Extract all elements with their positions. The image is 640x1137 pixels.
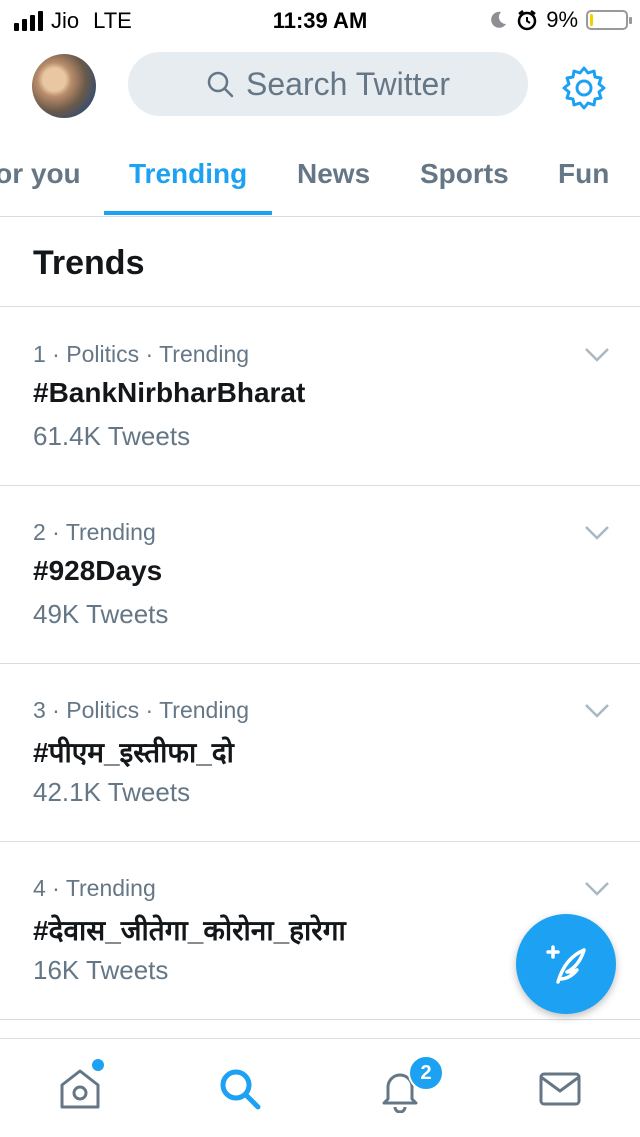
chevron-down-icon[interactable] xyxy=(584,703,610,719)
status-bar: Jio LTE 11:39 AM 9% xyxy=(0,0,640,40)
explore-tabs: For you Trending News Sports Fun xyxy=(0,130,640,217)
chevron-down-icon[interactable] xyxy=(584,881,610,897)
trend-name: #पीएम_इस्तीफा_दो xyxy=(33,737,234,768)
tab-sports[interactable]: Sports xyxy=(420,158,509,190)
trend-meta: 4 · Trending xyxy=(33,875,156,901)
trend-count: 61.4K Tweets xyxy=(33,421,191,451)
gear-icon[interactable] xyxy=(560,64,608,112)
status-right: 9% xyxy=(488,7,632,33)
notifications-badge: 2 xyxy=(408,1055,444,1091)
bottom-nav: 2 xyxy=(0,1038,640,1137)
trend-name: #928Days xyxy=(33,555,163,586)
battery-percent: 9% xyxy=(546,7,578,32)
alarm-icon xyxy=(517,10,537,31)
compose-feather-icon xyxy=(546,945,586,984)
top-bar: Search Twitter xyxy=(0,40,640,130)
trend-name: #देवास_जीतेगा_कोरोना_हारेगा xyxy=(33,915,346,946)
trend-count: 49K Tweets xyxy=(33,599,169,629)
trend-item[interactable]: 2 · Trending #928Days 49K Tweets xyxy=(0,485,640,664)
tab-for-you[interactable]: For you xyxy=(0,158,81,190)
tab-news[interactable]: News xyxy=(297,158,370,190)
search-icon[interactable] xyxy=(216,1065,264,1113)
trend-count: 42.1K Tweets xyxy=(33,777,191,807)
battery-fill xyxy=(590,14,593,26)
search-placeholder: Search Twitter xyxy=(246,65,450,102)
trend-meta: 1 · Politics · Trending xyxy=(33,341,250,367)
home-new-dot xyxy=(90,1057,106,1073)
compose-tweet-button[interactable] xyxy=(516,914,616,1014)
search-input[interactable]: Search Twitter xyxy=(128,52,528,116)
tab-trending[interactable]: Trending xyxy=(129,158,247,190)
trend-meta: 2 · Trending xyxy=(33,519,156,545)
trend-meta: 3 · Politics · Trending xyxy=(33,697,250,723)
messages-icon[interactable] xyxy=(536,1065,584,1113)
search-icon xyxy=(207,71,234,98)
trend-name: #BankNirbharBharat xyxy=(33,377,306,408)
trend-item[interactable]: 3 · Politics · Trending #पीएम_इस्तीफा_दो… xyxy=(0,663,640,842)
moon-icon xyxy=(491,11,507,28)
chevron-down-icon[interactable] xyxy=(584,525,610,541)
battery-icon xyxy=(586,10,632,30)
section-title: Trends xyxy=(33,244,145,282)
chevron-down-icon[interactable] xyxy=(584,347,610,363)
trend-item[interactable]: 1 · Politics · Trending #BankNirbharBhar… xyxy=(0,307,640,486)
trend-count: 16K Tweets xyxy=(33,955,169,985)
active-tab-indicator xyxy=(104,211,272,215)
tab-fun[interactable]: Fun xyxy=(558,158,609,190)
profile-avatar[interactable] xyxy=(32,54,96,118)
